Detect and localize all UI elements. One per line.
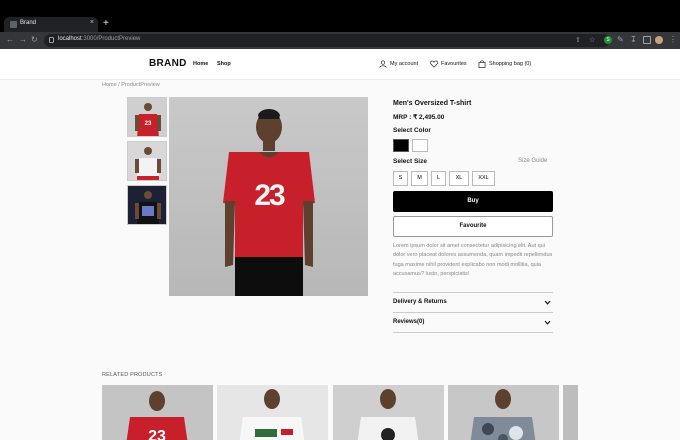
select-color-label: Select Color xyxy=(393,127,431,134)
tab-close-icon[interactable]: × xyxy=(90,19,94,26)
model-wearing-red-tshirt: 23 xyxy=(223,109,315,296)
my-account-link[interactable]: My account xyxy=(379,60,418,68)
product-description: Lorem ipsum dolor sit amet consectetur a… xyxy=(393,243,553,277)
share-icon[interactable]: ⇧ xyxy=(575,37,581,45)
thumbnail-red-front[interactable]: 23 xyxy=(127,97,167,137)
url-text: localhost:3000/ProductPreview xyxy=(58,36,141,42)
size-guide-link[interactable]: Size Guide xyxy=(518,158,547,164)
accordion-divider xyxy=(393,332,553,333)
profile-avatar[interactable] xyxy=(655,36,663,44)
user-icon xyxy=(379,60,387,68)
related-product-card[interactable]: 23 xyxy=(102,385,213,440)
size-button-xl[interactable]: XL xyxy=(449,171,469,186)
brand-logo[interactable]: BRAND xyxy=(149,58,187,69)
related-product-card[interactable] xyxy=(333,385,444,440)
my-account-label: My account xyxy=(390,61,419,67)
extensions-puzzle-icon[interactable]: ✎ xyxy=(617,35,624,45)
shopping-bag-label: Shopping bag (0) xyxy=(489,61,532,67)
browser-tab-bar: Brand × + xyxy=(0,0,680,32)
related-white-shirt-image xyxy=(239,389,305,440)
accordion-delivery-returns[interactable]: Delivery & Returns xyxy=(393,292,553,312)
product-main-image[interactable]: 23 xyxy=(169,97,368,296)
size-button-m[interactable]: M xyxy=(411,171,428,186)
forward-icon[interactable]: → xyxy=(19,35,27,45)
size-button-s[interactable]: S xyxy=(393,171,408,186)
model-black-shirt-image xyxy=(135,191,161,224)
accordion-reviews-label: Reviews(0) xyxy=(393,319,425,325)
color-swatch-black[interactable] xyxy=(393,139,409,152)
heart-icon xyxy=(430,60,438,68)
thumbnail-black-front[interactable] xyxy=(127,185,167,225)
browser-toolbar: ← → ↻ localhost:3000/ProductPreview ⇧ ☆ … xyxy=(0,32,680,49)
thumbnail-white-front[interactable] xyxy=(127,141,167,181)
svg-text:23: 23 xyxy=(254,179,285,212)
lock-icon xyxy=(49,37,54,43)
favourites-label: Favourites xyxy=(441,61,467,67)
accordion-reviews[interactable]: Reviews(0) xyxy=(393,312,553,332)
menu-kebab-icon[interactable]: ⋮ xyxy=(669,35,677,45)
accordion-delivery-label: Delivery & Returns xyxy=(393,299,447,305)
tab-title: Brand xyxy=(20,20,37,26)
tab-favicon-icon xyxy=(10,21,17,28)
product-title: Men's Oversized T-shirt xyxy=(393,100,472,107)
reload-icon[interactable]: ↻ xyxy=(31,35,38,45)
related-white-print-shirt-image xyxy=(357,389,419,440)
breadcrumb: Home / ProductPreview xyxy=(102,82,160,88)
back-icon[interactable]: ← xyxy=(6,35,14,45)
related-tie-dye-shirt-image xyxy=(470,389,536,440)
related-products-title: RELATED PRODUCTS xyxy=(102,372,163,378)
extension-s-icon[interactable]: S xyxy=(604,36,612,44)
side-panel-icon[interactable] xyxy=(643,36,651,44)
model-white-shirt-image xyxy=(135,147,161,180)
browser-tab[interactable]: Brand × xyxy=(4,17,98,32)
shopping-bag-link[interactable]: Shopping bag (0) xyxy=(478,60,531,68)
related-product-card[interactable] xyxy=(217,385,328,440)
svg-text:23: 23 xyxy=(145,121,152,127)
product-price: MRP : ₹ 2,495.00 xyxy=(393,114,445,121)
new-tab-icon[interactable]: + xyxy=(103,18,109,30)
favourites-link[interactable]: Favourites xyxy=(430,60,467,68)
favourite-button[interactable]: Favourite xyxy=(393,216,553,237)
nav-shop[interactable]: Shop xyxy=(217,61,231,67)
shopping-bag-icon xyxy=(478,60,486,68)
related-product-card[interactable] xyxy=(448,385,559,440)
buy-button[interactable]: Buy xyxy=(393,191,553,212)
svg-text:23: 23 xyxy=(148,428,166,440)
size-button-xxl[interactable]: XXL xyxy=(472,171,495,186)
nav-home[interactable]: Home xyxy=(193,61,208,67)
related-red-shirt-image: 23 xyxy=(126,391,188,440)
chevron-down-icon xyxy=(544,320,551,325)
bookmark-star-icon[interactable]: ☆ xyxy=(589,37,595,45)
select-size-label: Select Size xyxy=(393,158,427,165)
download-icon[interactable]: ↧ xyxy=(630,35,637,45)
address-bar[interactable]: localhost:3000/ProductPreview ⇧ ☆ xyxy=(44,34,610,47)
model-red-shirt-image: 23 xyxy=(135,103,161,136)
site-header: BRAND Home Shop My account Favourites Sh… xyxy=(0,49,680,80)
size-button-l[interactable]: L xyxy=(431,171,446,186)
color-swatch-white[interactable] xyxy=(412,139,428,152)
chevron-down-icon xyxy=(544,300,551,305)
related-product-card[interactable] xyxy=(563,385,578,440)
